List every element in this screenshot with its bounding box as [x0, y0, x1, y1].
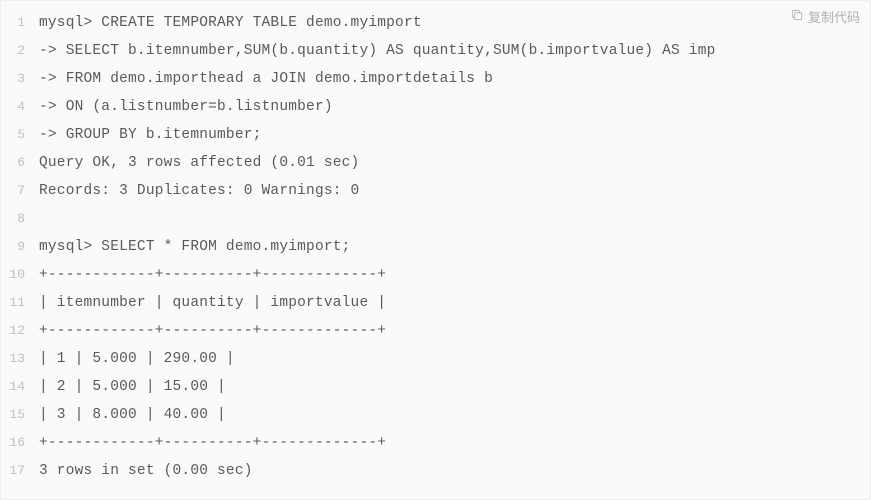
code-line: 10 +------------+----------+------------…	[1, 261, 870, 289]
line-text: -> GROUP BY b.itemnumber;	[39, 121, 262, 149]
code-line: 2 -> SELECT b.itemnumber,SUM(b.quantity)…	[1, 37, 870, 65]
code-line: 9 mysql> SELECT * FROM demo.myimport;	[1, 233, 870, 261]
line-number: 12	[1, 317, 39, 345]
code-line: 8	[1, 205, 870, 233]
code-line: 1 mysql> CREATE TEMPORARY TABLE demo.myi…	[1, 9, 870, 37]
code-line: 17 3 rows in set (0.00 sec)	[1, 457, 870, 485]
copy-code-label: 复制代码	[808, 7, 860, 26]
line-number: 7	[1, 177, 39, 205]
code-line: 6 Query OK, 3 rows affected (0.01 sec)	[1, 149, 870, 177]
line-number: 2	[1, 37, 39, 65]
line-number: 17	[1, 457, 39, 485]
code-line: 4 -> ON (a.listnumber=b.listnumber)	[1, 93, 870, 121]
code-block: 复制代码 1 mysql> CREATE TEMPORARY TABLE dem…	[0, 0, 871, 500]
line-number: 4	[1, 93, 39, 121]
code-lines: 1 mysql> CREATE TEMPORARY TABLE demo.myi…	[1, 9, 870, 485]
line-text: mysql> SELECT * FROM demo.myimport;	[39, 233, 351, 261]
line-number: 14	[1, 373, 39, 401]
line-number: 6	[1, 149, 39, 177]
code-line: 5 -> GROUP BY b.itemnumber;	[1, 121, 870, 149]
code-line: 11 | itemnumber | quantity | importvalue…	[1, 289, 870, 317]
line-text: -> SELECT b.itemnumber,SUM(b.quantity) A…	[39, 37, 716, 65]
code-line: 13 | 1 | 5.000 | 290.00 |	[1, 345, 870, 373]
line-text: 3 rows in set (0.00 sec)	[39, 457, 253, 485]
line-number: 15	[1, 401, 39, 429]
line-text: | 1 | 5.000 | 290.00 |	[39, 345, 235, 373]
copy-icon	[790, 8, 804, 25]
line-text: | 2 | 5.000 | 15.00 |	[39, 373, 226, 401]
copy-code-button[interactable]: 复制代码	[790, 7, 860, 26]
line-text: -> ON (a.listnumber=b.listnumber)	[39, 93, 333, 121]
line-text: +------------+----------+-------------+	[39, 317, 386, 345]
line-number: 11	[1, 289, 39, 317]
code-line: 14 | 2 | 5.000 | 15.00 |	[1, 373, 870, 401]
line-number: 16	[1, 429, 39, 457]
line-text: +------------+----------+-------------+	[39, 429, 386, 457]
code-line: 15 | 3 | 8.000 | 40.00 |	[1, 401, 870, 429]
line-number: 13	[1, 345, 39, 373]
line-number: 3	[1, 65, 39, 93]
line-number: 8	[1, 205, 39, 233]
code-line: 7 Records: 3 Duplicates: 0 Warnings: 0	[1, 177, 870, 205]
code-line: 12 +------------+----------+------------…	[1, 317, 870, 345]
line-text: | itemnumber | quantity | importvalue |	[39, 289, 386, 317]
line-text: -> FROM demo.importhead a JOIN demo.impo…	[39, 65, 493, 93]
line-text: mysql> CREATE TEMPORARY TABLE demo.myimp…	[39, 9, 422, 37]
line-number: 1	[1, 9, 39, 37]
line-number: 9	[1, 233, 39, 261]
code-line: 16 +------------+----------+------------…	[1, 429, 870, 457]
line-number: 5	[1, 121, 39, 149]
line-text: Query OK, 3 rows affected (0.01 sec)	[39, 149, 359, 177]
line-text: Records: 3 Duplicates: 0 Warnings: 0	[39, 177, 359, 205]
code-line: 3 -> FROM demo.importhead a JOIN demo.im…	[1, 65, 870, 93]
line-number: 10	[1, 261, 39, 289]
line-text: +------------+----------+-------------+	[39, 261, 386, 289]
line-text: | 3 | 8.000 | 40.00 |	[39, 401, 226, 429]
